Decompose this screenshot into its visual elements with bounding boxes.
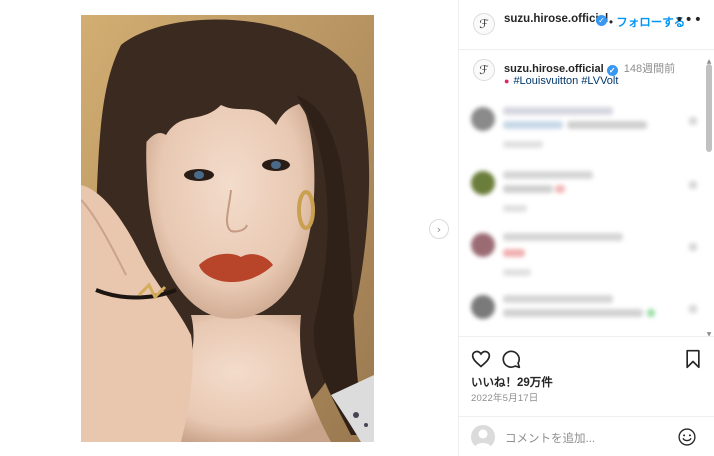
author-username-text: suzu.hirose.official (504, 13, 609, 25)
post-photo[interactable] (81, 15, 374, 442)
comment-icon[interactable] (501, 349, 521, 369)
add-comment-bar: コメントを追加... (459, 416, 714, 456)
like-count[interactable]: いいね！29万件 (471, 374, 553, 390)
action-bar: いいね！29万件 2022年5月17日 (459, 336, 714, 416)
list-item (471, 291, 699, 335)
list-item (471, 229, 699, 285)
post-date[interactable]: 2022年5月17日 (471, 390, 538, 404)
post-side-panel: ℱ suzu.hirose.official ✓ • フォローする ••• ℱ … (458, 0, 714, 456)
emoji-icon[interactable] (677, 427, 697, 447)
list-item (471, 103, 699, 159)
bookmark-icon[interactable] (683, 349, 703, 369)
follow-button[interactable]: • フォローする (609, 14, 685, 30)
caption-time: 148週間前 (623, 63, 676, 75)
next-photo-button[interactable]: › (429, 219, 449, 239)
heart-icon[interactable] (471, 349, 491, 369)
portrait-illustration (81, 15, 374, 442)
comments-scrollbar[interactable]: ▲ ▼ (706, 58, 712, 338)
chevron-right-icon: › (436, 222, 442, 236)
author-avatar[interactable]: ℱ (473, 13, 495, 35)
comment-input[interactable]: コメントを追加... (505, 430, 595, 446)
caption-hashtags[interactable]: #Louisvuitton #LVVolt (513, 75, 618, 87)
list-item (471, 167, 699, 223)
lips-emoji-icon: ● (504, 76, 510, 86)
verified-badge-icon: ✓ (596, 15, 607, 26)
avatar-glyph: ℱ (479, 17, 489, 31)
avatar-glyph: ℱ (479, 63, 489, 77)
caption-header: suzu.hirose.official ✓ 148週間前 (504, 60, 675, 76)
comments-list: ℱ suzu.hirose.official ✓ 148週間前 ● #Louisv… (459, 51, 714, 335)
post-header: ℱ suzu.hirose.official ✓ • フォローする ••• (459, 0, 714, 50)
media-area: › (0, 0, 458, 456)
user-avatar-icon (471, 425, 495, 449)
more-options-icon[interactable]: ••• (675, 12, 703, 28)
caption-username[interactable]: suzu.hirose.official (504, 63, 604, 75)
scrollbar-thumb[interactable] (706, 64, 712, 152)
caption-text: ● #Louisvuitton #LVVolt (504, 75, 618, 87)
caption-avatar[interactable]: ℱ (473, 59, 495, 81)
separator-dot: • (609, 17, 614, 29)
